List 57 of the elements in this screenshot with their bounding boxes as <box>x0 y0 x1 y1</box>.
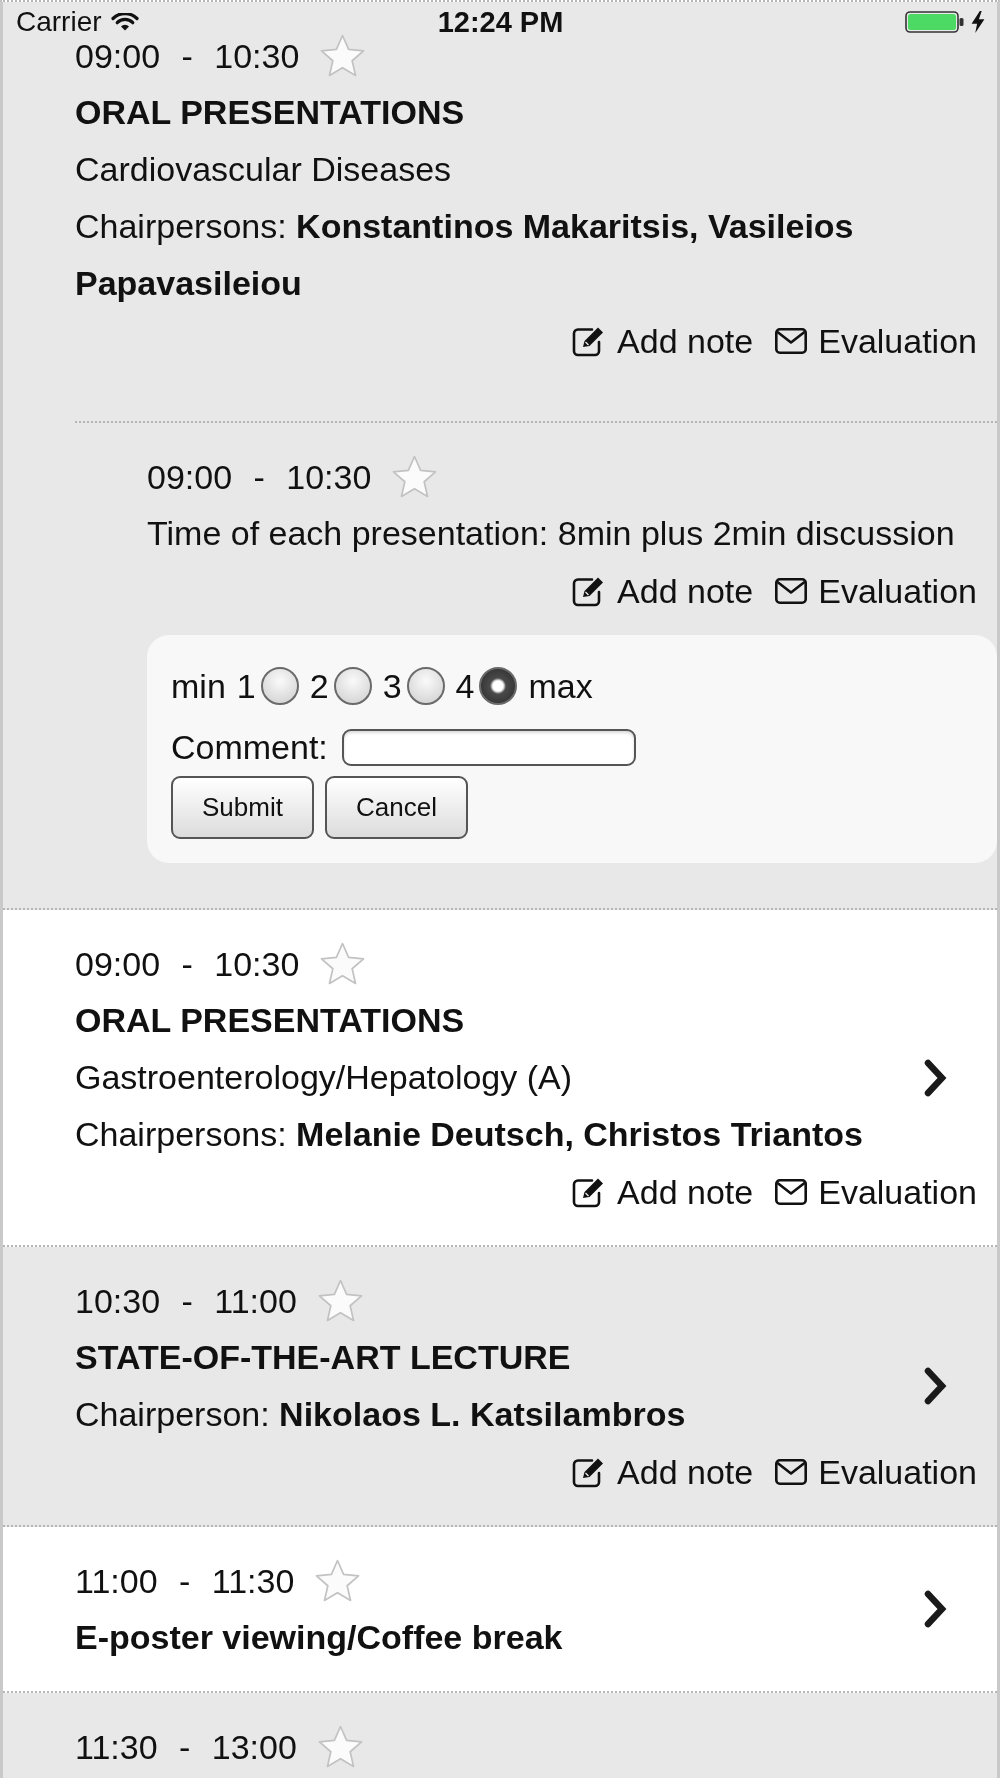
session-time: 09:00 - 10:30 <box>75 38 300 73</box>
radio-button[interactable] <box>333 667 372 705</box>
session-description: Time of each presentation: 8min plus 2min discussion <box>147 513 955 554</box>
session-title: STATE-OF-THE-ART LECTURE <box>75 1337 571 1378</box>
star-icon[interactable] <box>392 455 438 498</box>
session-topic: Gastroenterology/Hepatology (A) <box>75 1057 573 1098</box>
session-time: 11:30 - 13:00 <box>75 1729 297 1764</box>
chairpersons-text: Chairpersons: Melanie Deutsch, Christos Triantos <box>75 1114 863 1155</box>
cancel-button[interactable]: Cancel <box>325 776 468 839</box>
max-label: max <box>528 666 593 706</box>
chevron-right-icon[interactable] <box>923 1367 949 1405</box>
evaluation-button[interactable]: Evaluation <box>775 1454 977 1489</box>
session-title: ORAL PRESENTATIONS <box>75 1000 465 1041</box>
radio-button[interactable] <box>260 667 299 705</box>
session-title: ORAL PRESENTATIONS <box>75 92 465 133</box>
submit-button[interactable]: Submit <box>171 776 314 839</box>
rating-number: 1 <box>236 666 256 706</box>
session-time: 09:00 - 10:30 <box>147 459 372 494</box>
radio-button[interactable] <box>479 667 518 705</box>
envelope-icon <box>775 1178 808 1205</box>
session-time: 10:30 - 11:00 <box>75 1283 297 1318</box>
evaluation-button[interactable]: Evaluation <box>775 1174 977 1209</box>
star-icon[interactable] <box>320 942 366 985</box>
wifi-icon <box>110 13 139 31</box>
radio-button[interactable] <box>406 667 445 705</box>
star-icon[interactable] <box>315 1559 361 1602</box>
session-time: 09:00 - 10:30 <box>75 946 300 981</box>
session-title: E-poster viewing/Coffee break <box>75 1617 563 1658</box>
evaluation-button[interactable]: Evaluation <box>775 323 977 358</box>
battery-icon <box>905 11 965 33</box>
rating-number: 4 <box>455 666 475 706</box>
session-topic: Cardiovascular Diseases <box>75 149 452 190</box>
add-note-button[interactable]: Add note <box>572 573 754 608</box>
comment-field[interactable] <box>341 728 636 766</box>
add-note-button[interactable]: Add note <box>572 1174 754 1209</box>
comment-label: Comment: <box>171 727 328 767</box>
envelope-icon <box>775 1458 808 1485</box>
session-time: 11:00 - 11:30 <box>75 1563 295 1598</box>
chevron-right-icon[interactable] <box>923 1058 949 1097</box>
envelope-icon <box>775 327 808 354</box>
session-row[interactable]: 10:30 - 11:00 STATE-OF-THE-ART LECTURE Chairperson: Nikolaos L. Katsilambros Add note Evaluation <box>3 1247 997 1527</box>
add-note-button[interactable]: Add note <box>572 323 754 358</box>
chairpersons-text: Chairperson: Nikolaos L. Katsilambros <box>75 1394 686 1435</box>
star-icon[interactable] <box>317 1725 363 1768</box>
min-label: min <box>171 666 226 706</box>
status-time: 12:24 PM <box>437 7 564 37</box>
chairpersons-text: Chairpersons: Konstantinos Makaritsis, Vasileios Papavasileiou <box>75 206 855 304</box>
chevron-right-icon[interactable] <box>923 1590 949 1628</box>
evaluation-button[interactable]: Evaluation <box>775 573 977 608</box>
carrier-label: Carrier <box>16 8 102 36</box>
star-icon[interactable] <box>317 1279 363 1322</box>
rating-number: 2 <box>309 666 329 706</box>
rating-number: 3 <box>382 666 402 706</box>
star-icon[interactable] <box>320 34 366 77</box>
envelope-icon <box>775 577 808 604</box>
charging-icon <box>971 11 985 33</box>
add-note-button[interactable]: Add note <box>572 1454 754 1489</box>
